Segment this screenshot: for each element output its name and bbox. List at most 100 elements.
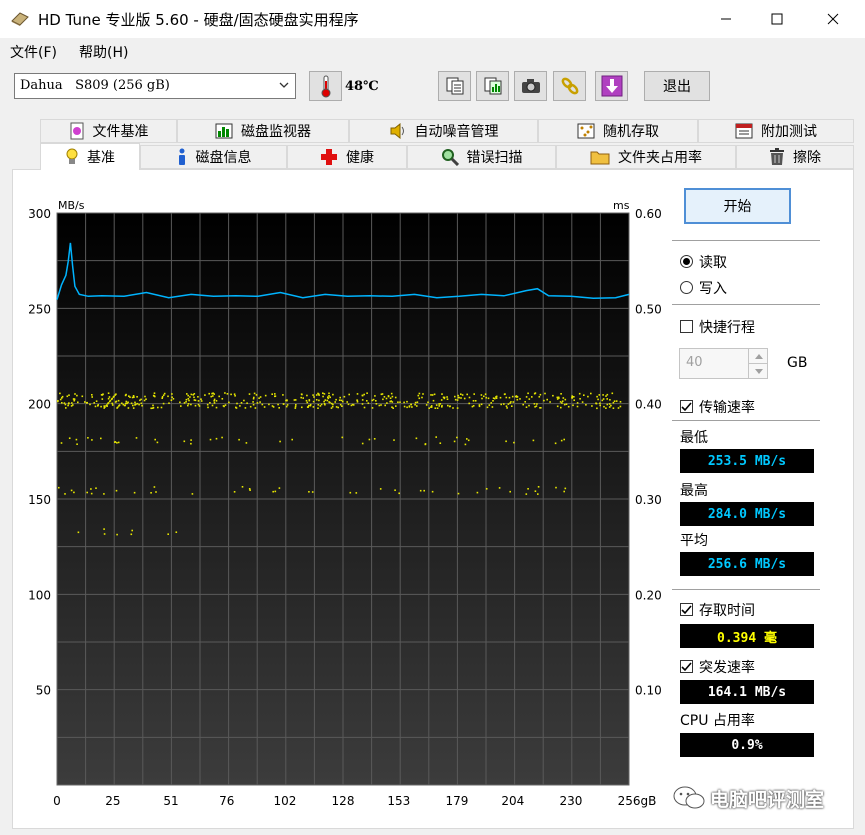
file-benchmark-icon — [70, 122, 83, 140]
tab-erase[interactable]: 擦除 — [736, 145, 854, 169]
access-time-point — [323, 393, 326, 395]
access-time-point — [108, 396, 111, 398]
write-label[interactable]: 写入 — [699, 278, 727, 298]
access-time-point — [243, 399, 245, 402]
access-time-point — [511, 395, 514, 398]
access-time-point — [85, 402, 88, 404]
access-time-point — [132, 407, 135, 409]
close-button[interactable] — [810, 0, 856, 38]
access-time-point — [416, 405, 418, 407]
access-time-point — [539, 407, 541, 409]
avg-label: 平均 — [680, 533, 708, 549]
access-time-point — [599, 404, 601, 407]
access-time-point — [224, 404, 227, 406]
access-time-point — [611, 392, 614, 395]
maximize-button[interactable] — [754, 0, 800, 38]
access-time-point — [331, 402, 333, 405]
access-time-point — [383, 396, 386, 398]
access-time-point — [389, 397, 392, 399]
save-button[interactable] — [595, 71, 628, 101]
tab-extra-tests[interactable]: 附加测试 — [698, 119, 854, 143]
camera-icon — [521, 79, 540, 93]
burst-label[interactable]: 突发速率 — [699, 657, 755, 677]
access-time-point — [215, 437, 218, 440]
tab-file-benchmark[interactable]: 文件基准 — [40, 119, 177, 143]
menu-file[interactable]: 文件(F) — [10, 42, 57, 62]
x-tick-label: 0 — [53, 794, 61, 808]
tab-disk-info[interactable]: 磁盘信息 — [140, 145, 287, 169]
minimize-icon — [721, 18, 731, 20]
transfer-label[interactable]: 传输速率 — [699, 397, 755, 417]
tab-health[interactable]: 健康 — [287, 145, 407, 169]
access-checkbox[interactable] — [680, 603, 693, 616]
access-time-point — [115, 393, 117, 395]
access-time-point — [483, 395, 485, 398]
tab-benchmark[interactable]: 基准 — [40, 143, 140, 170]
quick-size-stepper[interactable]: 40 — [679, 348, 768, 379]
access-time-point — [160, 406, 163, 409]
access-time-point — [387, 395, 390, 397]
window-title: HD Tune 专业版 5.60 - 硬盘/固态硬盘实用程序 — [38, 11, 359, 29]
access-time-point — [442, 396, 445, 399]
access-time-point — [441, 406, 443, 408]
stepper-up[interactable] — [748, 349, 768, 363]
options-button[interactable] — [553, 71, 586, 101]
access-time-point — [561, 402, 563, 404]
drive-select[interactable]: Dahua S809 (256 gB) — [14, 73, 296, 99]
access-time-point — [212, 395, 214, 397]
read-radio[interactable] — [680, 255, 693, 268]
start-button[interactable]: 开始 — [684, 188, 791, 224]
access-time-point — [212, 392, 214, 394]
quick-checkbox[interactable] — [680, 320, 693, 333]
access-label[interactable]: 存取时间 — [699, 600, 755, 620]
burst-checkbox[interactable] — [680, 660, 693, 673]
x-tick-label: 25 — [105, 794, 120, 808]
screenshot-button[interactable] — [514, 71, 547, 101]
access-time-point — [100, 405, 102, 408]
tab-disk-monitor[interactable]: 磁盘监视器 — [177, 119, 349, 143]
quick-label[interactable]: 快捷行程 — [699, 317, 755, 337]
access-time-point — [116, 442, 118, 444]
access-time-point — [440, 399, 443, 401]
minimize-button[interactable] — [703, 0, 749, 38]
access-time-point — [268, 403, 270, 406]
access-time-point — [117, 399, 120, 402]
access-time-point — [100, 437, 102, 440]
access-time-point — [180, 405, 182, 407]
access-time-point — [114, 441, 117, 443]
stepper-down[interactable] — [748, 363, 768, 379]
access-time-point — [233, 393, 236, 395]
copy-info-button[interactable] — [438, 71, 471, 101]
copy-screen-button[interactable] — [476, 71, 509, 101]
access-time-point — [311, 491, 314, 493]
access-time-point — [197, 403, 200, 406]
exit-button[interactable]: 退出 — [644, 71, 710, 101]
access-time-point — [378, 404, 381, 407]
transfer-checkbox[interactable] — [680, 400, 693, 413]
access-time-point — [222, 405, 225, 407]
access-time-point — [200, 398, 202, 400]
tab-noise-management[interactable]: 自动噪音管理 — [349, 119, 538, 143]
right-tick-label: 0.10 — [635, 684, 662, 698]
x-tick-label: 153 — [387, 794, 410, 808]
access-time-point — [302, 397, 304, 399]
access-time-point — [206, 403, 209, 406]
access-time-point — [446, 398, 449, 400]
access-time-point — [428, 407, 430, 409]
access-time-point — [532, 439, 535, 442]
access-time-point — [140, 402, 143, 405]
read-label[interactable]: 读取 — [699, 252, 727, 272]
menu-help[interactable]: 帮助(H) — [79, 42, 128, 62]
access-time-point — [330, 407, 333, 409]
tab-random-access[interactable]: 随机存取 — [538, 119, 698, 143]
write-radio[interactable] — [680, 281, 693, 294]
burst-value: 164.1 MB/s — [680, 680, 814, 704]
tab-error-scan[interactable]: 错误扫描 — [407, 145, 556, 169]
access-time-point — [183, 440, 186, 443]
temperature-button[interactable] — [309, 71, 342, 101]
access-time-point — [111, 397, 113, 400]
right-tick-label: 0.60 — [635, 207, 662, 221]
access-time-point — [556, 396, 559, 399]
tab-folder-usage[interactable]: 文件夹占用率 — [556, 145, 736, 169]
access-time-point — [583, 394, 585, 396]
